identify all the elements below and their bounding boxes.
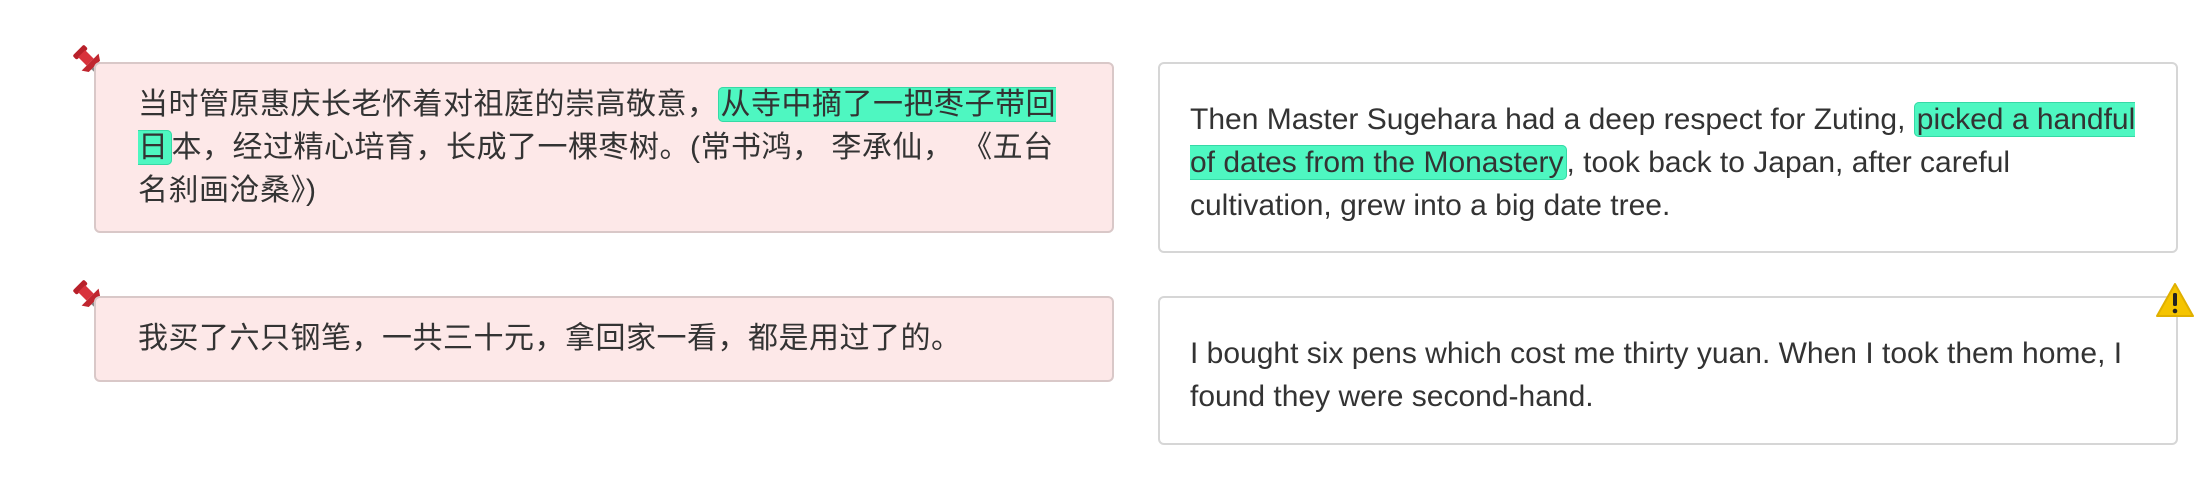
source-text: 当时管原惠庆长老怀着对祖庭的崇高敬意， 从寺中摘了一把枣子带回日 本，经过精心培育，… <box>138 87 1056 207</box>
target-text: I bought six pens which cost me thirty y… <box>1190 337 2123 413</box>
alignment-view: 当时管原惠庆长老怀着对祖庭的崇高敬意， 从寺中摘了一把枣子带回日 本，经过精心培育，… <box>0 0 2204 494</box>
target-segment[interactable]: I bought six pens which cost me thirty y… <box>1158 296 2178 445</box>
target-segment[interactable]: Then Master Sugehara had a deep respect … <box>1158 62 2178 253</box>
source-segment[interactable]: 我买了六只钢笔，一共三十元，拿回家一看，都是用过了的。 <box>94 296 1114 382</box>
target-text: Then Master Sugehara had a deep respect … <box>1190 102 2136 222</box>
warning-icon[interactable] <box>2155 282 2195 318</box>
source-text: 我买了六只钢笔，一共三十元，拿回家一看，都是用过了的。 <box>138 322 962 355</box>
source-segment[interactable]: 当时管原惠庆长老怀着对祖庭的崇高敬意， 从寺中摘了一把枣子带回日 本，经过精心培育，… <box>94 62 1114 233</box>
